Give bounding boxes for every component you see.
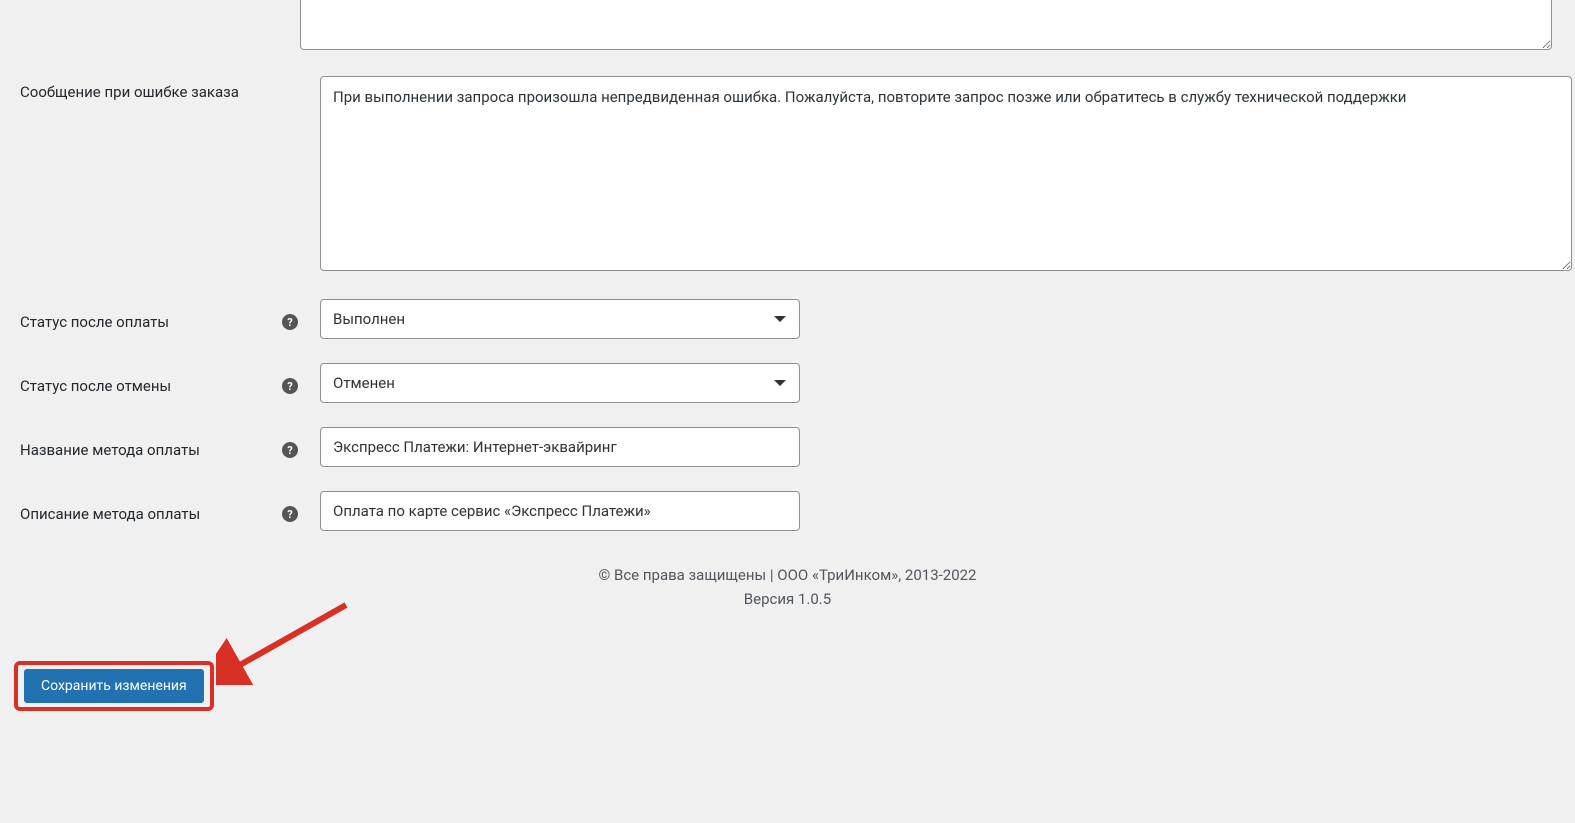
input-col-payment-method-description (300, 491, 1575, 531)
help-col: ? (280, 500, 300, 522)
help-icon[interactable]: ? (282, 378, 298, 394)
label-payment-method-name: Название метода оплаты (20, 434, 280, 461)
input-col-status-after-cancel: Отменен (300, 363, 1575, 403)
label-status-after-payment: Статус после оплаты (20, 306, 280, 333)
help-col (280, 76, 300, 82)
select-wrapper: Выполнен (320, 299, 800, 339)
top-textarea-wrapper (300, 0, 1575, 54)
payment-method-description-input[interactable] (320, 491, 800, 531)
input-col-payment-method-name (300, 427, 1575, 467)
save-button[interactable]: Сохранить изменения (24, 669, 204, 703)
payment-method-name-input[interactable] (320, 427, 800, 467)
label-error-message: Сообщение при ошибке заказа (20, 76, 280, 103)
status-after-payment-select[interactable]: Выполнен (320, 299, 800, 339)
select-wrapper: Отменен (320, 363, 800, 403)
help-icon[interactable]: ? (282, 442, 298, 458)
row-payment-method-name: Название метода оплаты ? (0, 415, 1575, 479)
row-error-message: Сообщение при ошибке заказа При выполнен… (0, 64, 1575, 287)
status-after-cancel-select[interactable]: Отменен (320, 363, 800, 403)
help-icon[interactable]: ? (282, 314, 298, 330)
help-col: ? (280, 436, 300, 458)
footer-info: © Все права защищены | ООО «ТриИнком», 2… (0, 563, 1575, 611)
copyright-text: © Все права защищены | ООО «ТриИнком», 2… (0, 563, 1575, 587)
version-text: Версия 1.0.5 (0, 587, 1575, 611)
save-button-highlight: Сохранить изменения (14, 661, 214, 711)
label-status-after-cancel: Статус после отмены (20, 370, 280, 397)
help-icon[interactable]: ? (282, 506, 298, 522)
row-payment-method-description: Описание метода оплаты ? (0, 479, 1575, 543)
row-status-after-cancel: Статус после отмены ? Отменен (0, 351, 1575, 415)
row-status-after-payment: Статус после оплаты ? Выполнен (0, 287, 1575, 351)
help-col: ? (280, 308, 300, 330)
input-col-error-message: При выполнении запроса произошла непредв… (300, 76, 1575, 275)
label-payment-method-description: Описание метода оплаты (20, 498, 280, 525)
settings-panel: Сообщение при ошибке заказа При выполнен… (0, 0, 1575, 823)
input-col-status-after-payment: Выполнен (300, 299, 1575, 339)
help-col: ? (280, 372, 300, 394)
top-textarea[interactable] (300, 0, 1552, 50)
error-message-textarea[interactable]: При выполнении запроса произошла непредв… (320, 76, 1572, 271)
